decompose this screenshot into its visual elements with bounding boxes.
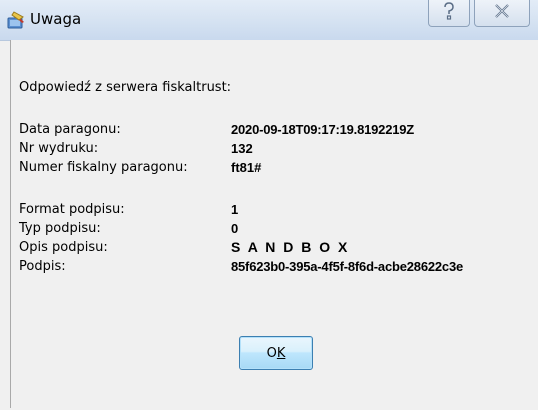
close-icon	[495, 4, 509, 18]
title-bar: Uwaga	[0, 0, 538, 41]
ok-label-accel: K	[276, 345, 286, 361]
dialog-window: Uwaga Odpowiedź z serwera fiskaltrust: D…	[0, 0, 538, 410]
value-signature-description: S A N D B O X	[231, 239, 350, 255]
label-receipt-date: Data paragonu:	[19, 122, 121, 137]
value-fiscal-number: ft81#	[231, 160, 262, 175]
response-header: Odpowiedź z serwera fiskaltrust:	[19, 80, 232, 95]
label-signature-type: Typ podpisu:	[19, 221, 101, 236]
close-button[interactable]	[474, 0, 530, 27]
ok-label: O	[266, 345, 277, 361]
app-tool-icon	[7, 11, 24, 29]
label-signature-format: Format podpisu:	[19, 202, 125, 217]
value-signature-type: 0	[231, 221, 239, 236]
label-signature-description: Opis podpisu:	[19, 240, 108, 255]
label-signature: Podpis:	[19, 259, 66, 274]
label-fiscal-number: Numer fiskalny paragonu:	[19, 160, 188, 175]
dialog-content: Odpowiedź z serwera fiskaltrust: Data pa…	[10, 40, 538, 408]
value-signature-format: 1	[231, 202, 239, 217]
value-receipt-date: 2020-09-18T09:17:19.8192219Z	[231, 122, 415, 137]
label-print-number: Nr wydruku:	[19, 141, 99, 156]
value-print-number: 132	[231, 141, 253, 156]
window-title: Uwaga	[30, 10, 82, 28]
help-button[interactable]	[428, 0, 470, 27]
value-signature: 85f623b0-395a-4f5f-8f6d-acbe28622c3e	[231, 259, 464, 274]
ok-button[interactable]: OK	[239, 336, 313, 370]
help-icon	[444, 2, 454, 20]
